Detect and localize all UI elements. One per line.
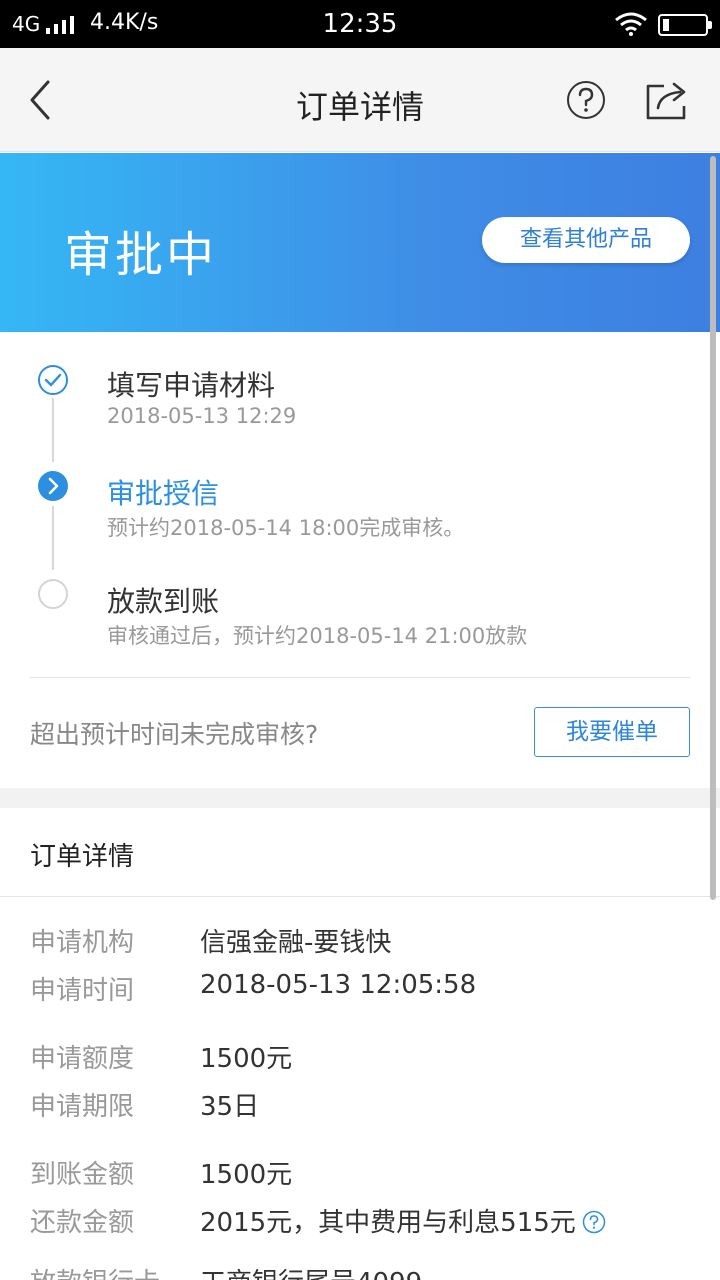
- detail-value: 2015元，其中费用与利息515元: [200, 1208, 576, 1238]
- detail-value: 信强金融-要钱快: [200, 928, 392, 958]
- wifi-icon: [615, 12, 647, 36]
- divider: [30, 677, 690, 678]
- nav-bar: 订单详情: [0, 48, 720, 152]
- progress-steps: 填写申请材料 2018-05-13 12:29 审批授信 预计约2018-05-…: [0, 332, 720, 788]
- overtime-question: 超出预计时间未完成审核?: [30, 720, 319, 749]
- step-connector: [52, 506, 54, 570]
- clock: 12:35: [322, 9, 398, 39]
- detail-label: 申请机构: [30, 928, 135, 958]
- detail-value: 2018-05-13 12:05:58: [200, 970, 477, 1000]
- scrollbar[interactable]: [710, 156, 716, 900]
- battery-icon: [658, 14, 712, 36]
- detail-value: 工商银行尾号4099: [200, 1262, 422, 1280]
- check-circle-icon: [38, 365, 68, 395]
- step-subtitle: 预计约2018-05-14 18:00完成审核。: [107, 516, 465, 540]
- view-other-products-button[interactable]: 查看其他产品: [482, 217, 690, 263]
- step-connector: [52, 398, 54, 462]
- step-title: 放款到账: [107, 585, 220, 618]
- page-title: 订单详情: [295, 88, 424, 126]
- step-title: 审批授信: [107, 477, 220, 510]
- urge-order-button[interactable]: 我要催单: [534, 707, 690, 757]
- empty-circle-icon: [38, 579, 68, 609]
- step-subtitle: 2018-05-13 12:29: [107, 404, 297, 428]
- status-bar: 4G 4.4K/s 12:35: [0, 0, 720, 48]
- help-icon[interactable]: [566, 80, 606, 120]
- status-banner: 审批中 查看其他产品: [0, 153, 720, 332]
- share-icon[interactable]: [644, 78, 692, 122]
- step-subtitle: 审核通过后，预计约2018-05-14 21:00放款: [107, 624, 528, 648]
- chevron-right-circle-icon: [38, 471, 68, 501]
- detail-label: 还款金额: [30, 1208, 135, 1238]
- detail-label: 申请期限: [30, 1092, 135, 1122]
- question-circle-icon[interactable]: [582, 1210, 606, 1234]
- detail-label: 申请额度: [30, 1044, 135, 1074]
- detail-value: 1500元: [200, 1160, 293, 1190]
- detail-value: 35日: [200, 1092, 260, 1122]
- detail-value: 1500元: [200, 1044, 293, 1074]
- order-status: 审批中: [64, 227, 218, 283]
- section-gap: [0, 788, 720, 808]
- detail-label: 放款银行卡: [30, 1262, 160, 1280]
- detail-label: 到账金额: [30, 1160, 135, 1190]
- divider: [0, 896, 720, 897]
- detail-label: 申请时间: [30, 976, 135, 1006]
- step-title: 填写申请材料: [107, 369, 276, 402]
- repayment-value-row: 2015元，其中费用与利息515元: [200, 1202, 606, 1239]
- details-heading: 订单详情: [30, 842, 135, 872]
